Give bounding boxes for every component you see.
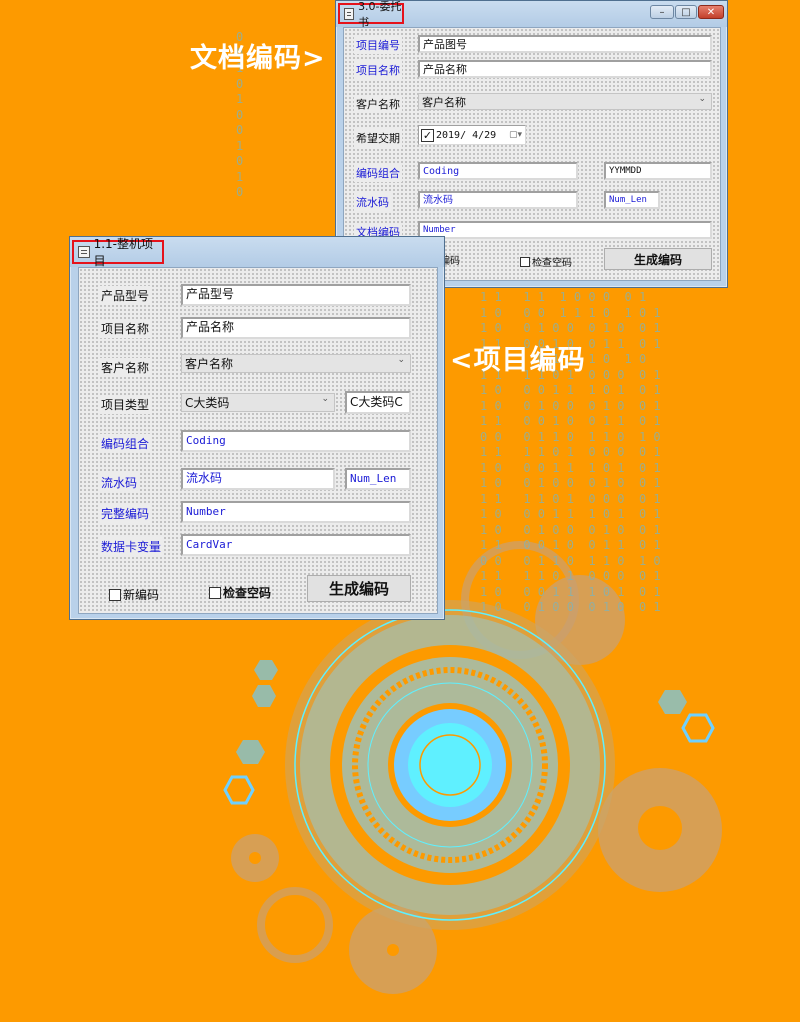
- product-model-input[interactable]: 产品型号: [181, 284, 411, 306]
- window-title-text: 1.1-整机项目: [93, 237, 153, 268]
- card-variable-input[interactable]: CardVar: [181, 534, 411, 556]
- title-bar[interactable]: 1.1-整机项目: [70, 237, 444, 268]
- maximize-icon: □: [681, 6, 691, 18]
- check-empty-checkbox[interactable]: 检查空码: [209, 584, 271, 601]
- new-code-checkbox[interactable]: 新编码: [109, 586, 159, 603]
- minimize-button[interactable]: –: [650, 5, 674, 19]
- generate-code-button[interactable]: 生成编码: [604, 248, 712, 270]
- delivery-date-value: 2019/ 4/29: [436, 129, 497, 141]
- form-icon: [78, 246, 90, 258]
- serial-length-input[interactable]: Num_Len: [345, 468, 411, 490]
- label-customer-name: 客户名称: [99, 358, 152, 377]
- generate-code-button[interactable]: 生成编码: [307, 575, 411, 602]
- item-type-select[interactable]: C大类码 ⌄: [181, 393, 335, 412]
- checkbox-icon: [520, 256, 530, 267]
- item-type-value: C大类码: [185, 396, 230, 410]
- chevron-down-icon: ⌄: [321, 394, 329, 404]
- calendar-dropdown-icon[interactable]: ▢▾: [509, 128, 522, 143]
- check-empty-checkbox[interactable]: 检查空码: [520, 254, 572, 269]
- label-item-name: 项目名称: [354, 61, 402, 79]
- label-code-combination: 编码组合: [354, 164, 402, 182]
- item-name-input[interactable]: 产品名称: [181, 317, 411, 339]
- maximize-button[interactable]: □: [675, 5, 697, 19]
- label-serial-number: 流水码: [354, 193, 391, 211]
- customer-name-value: 客户名称: [422, 96, 466, 109]
- close-icon: ✕: [706, 6, 716, 18]
- serial-number-input[interactable]: 流水码: [181, 468, 335, 490]
- tech-circle-icon: [285, 600, 615, 930]
- caption-project-code: <项目编码: [450, 345, 586, 376]
- label-delivery-date: 希望交期: [354, 129, 402, 147]
- label-item-type: 项目类型: [99, 395, 152, 414]
- checkbox-icon: [209, 586, 221, 599]
- label-product-model: 产品型号: [99, 286, 152, 305]
- item-type-code-input[interactable]: C大类码C: [345, 391, 411, 414]
- chevron-down-icon: ⌄: [397, 355, 405, 365]
- project-form: 产品型号 产品型号 项目名称 产品名称 客户名称 客户名称 ⌄ 项目类型 C大类…: [78, 267, 438, 614]
- customer-name-select[interactable]: 客户名称 ⌄: [418, 93, 712, 110]
- check-empty-label: 检查空码: [223, 586, 272, 600]
- label-customer-name: 客户名称: [354, 95, 402, 113]
- document-code-input[interactable]: Number: [418, 221, 712, 239]
- date-enable-checkbox[interactable]: ✓: [421, 128, 434, 142]
- label-code-combination: 编码组合: [99, 434, 152, 453]
- item-number-input[interactable]: 产品图号: [418, 35, 712, 53]
- full-code-input[interactable]: Number: [181, 501, 411, 523]
- label-serial-number: 流水码: [99, 473, 140, 492]
- close-button[interactable]: ✕: [698, 5, 724, 19]
- code-combination-input[interactable]: Coding: [181, 430, 411, 452]
- chevron-down-icon: ⌄: [698, 94, 706, 104]
- window-title-text: 3.0-委托书: [358, 0, 402, 29]
- customer-name-select[interactable]: 客户名称 ⌄: [181, 354, 411, 373]
- form-icon: [344, 7, 355, 20]
- serial-number-input[interactable]: 流水码: [418, 191, 578, 209]
- label-full-code: 完整编码: [99, 504, 152, 523]
- code-combination-input[interactable]: Coding: [418, 162, 578, 180]
- customer-name-value: 客户名称: [185, 357, 234, 371]
- checkbox-icon: [109, 588, 121, 601]
- serial-length-input[interactable]: Num_Len: [604, 191, 660, 209]
- label-item-name: 项目名称: [99, 319, 152, 338]
- delivery-date-picker[interactable]: ✓ 2019/ 4/29 ▢▾: [418, 125, 526, 145]
- item-name-input[interactable]: 产品名称: [418, 60, 712, 78]
- title-bar[interactable]: 3.0-委托书 – □ ✕: [336, 0, 727, 29]
- caption-document-code: 文档编码>: [190, 43, 326, 74]
- minimize-icon: –: [659, 6, 665, 18]
- window-title: 1.1-整机项目: [72, 237, 164, 268]
- check-empty-label: 检查空码: [532, 258, 572, 269]
- project-window: 1.1-整机项目 产品型号 产品型号 项目名称 产品名称 客户名称 客户名称 ⌄…: [69, 236, 445, 620]
- date-format-input[interactable]: YYMMDD: [604, 162, 712, 180]
- window-title: 3.0-委托书: [338, 0, 404, 29]
- new-code-label: 新编码: [123, 588, 160, 602]
- label-item-number: 项目编号: [354, 36, 402, 54]
- label-card-variable: 数据卡变量: [99, 537, 164, 556]
